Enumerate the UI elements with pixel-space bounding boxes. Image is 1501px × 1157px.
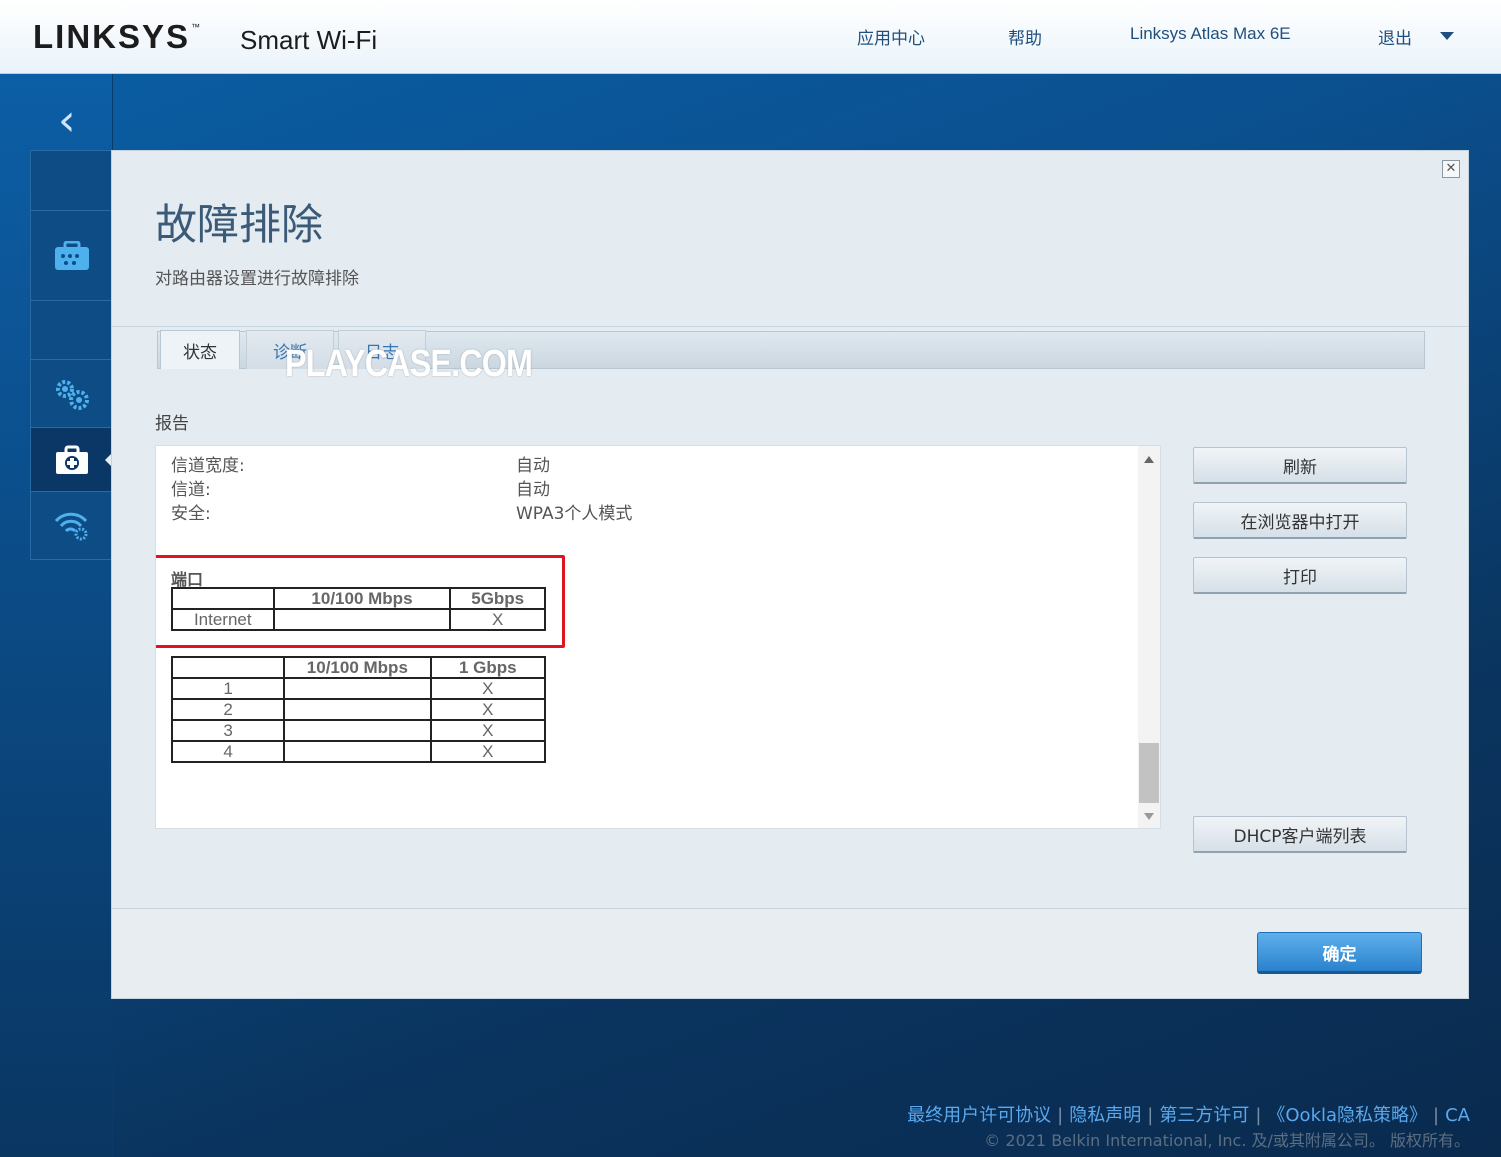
scroll-down-arrow-icon[interactable]	[1144, 813, 1154, 820]
tab-status[interactable]: 状态	[160, 330, 240, 369]
table-header-cell: 1 Gbps	[429, 656, 546, 679]
table-cell: X	[429, 677, 546, 700]
table-cell	[283, 677, 432, 700]
page-title: 故障排除	[155, 200, 324, 249]
separator: |	[1255, 1105, 1262, 1126]
device-case-icon	[55, 240, 89, 270]
side-item-troubleshooting[interactable]	[31, 428, 114, 492]
privacy-link[interactable]: 隐私声明	[1069, 1105, 1141, 1126]
table-row: Internet X	[171, 608, 546, 631]
nav-help[interactable]: 帮助	[1008, 24, 1042, 49]
nav-app-center[interactable]: 应用中心	[857, 24, 925, 49]
ok-button[interactable]: 确定	[1257, 932, 1422, 974]
medical-kit-icon	[56, 445, 88, 474]
report-key: 安全:	[171, 504, 211, 524]
watermark: PLAYCASE.COM	[285, 343, 533, 385]
troubleshooting-dialog: ✕ 故障排除 对路由器设置进行故障排除 状态 诊断 日志 PLAYCASE.CO…	[111, 150, 1469, 999]
divider	[112, 326, 1468, 327]
chevron-down-icon[interactable]	[1440, 32, 1454, 40]
copyright: © 2021 Belkin International, Inc. 及/或其附属…	[984, 1131, 1470, 1150]
wan-port-table: 10/100 Mbps 5Gbps Internet X	[171, 587, 546, 631]
print-button[interactable]: 打印	[1193, 557, 1407, 594]
report-value: 自动	[516, 456, 550, 476]
report-value: WPA3个人模式	[516, 504, 633, 524]
lan-port-table: 10/100 Mbps 1 Gbps 1 X 2 X 3 X 4 X	[170, 656, 546, 763]
ca-link[interactable]: CA	[1445, 1105, 1470, 1126]
refresh-button[interactable]: 刷新	[1193, 447, 1407, 484]
table-cell: 1	[170, 677, 286, 700]
eula-link[interactable]: 最终用户许可协议	[907, 1105, 1051, 1126]
table-cell: 2	[170, 698, 286, 721]
table-cell: X	[429, 698, 546, 721]
close-icon[interactable]: ✕	[1442, 160, 1460, 178]
dhcp-client-list-button[interactable]: DHCP客户端列表	[1193, 816, 1407, 853]
table-row: 2 X	[170, 698, 546, 721]
report-key: 信道宽度:	[171, 456, 245, 476]
side-item-settings[interactable]	[31, 360, 113, 428]
table-header-cell: 5Gbps	[449, 587, 546, 610]
footer-links: 最终用户许可协议 | 隐私声明 | 第三方许可 | 《Ookla隐私策略》 | CA	[907, 1101, 1470, 1127]
report-scrollbar[interactable]	[1138, 446, 1160, 828]
side-nav	[30, 150, 114, 560]
table-header-row: 10/100 Mbps 5Gbps	[171, 587, 546, 610]
table-header-cell: 10/100 Mbps	[283, 656, 432, 679]
third-party-link[interactable]: 第三方许可	[1159, 1105, 1249, 1126]
ookla-privacy-link[interactable]: 《Ookla隐私策略》	[1267, 1105, 1427, 1126]
report-value: 自动	[516, 480, 550, 500]
separator: |	[1433, 1105, 1440, 1126]
page-subtitle: 对路由器设置进行故障排除	[155, 269, 359, 289]
separator: |	[1147, 1105, 1154, 1126]
gears-icon	[56, 379, 89, 410]
report-key: 信道:	[171, 480, 211, 500]
table-cell: 4	[170, 740, 286, 763]
nav-router-name[interactable]: Linksys Atlas Max 6E	[1130, 24, 1291, 44]
table-cell: X	[429, 740, 546, 763]
report-label: 报告	[155, 414, 189, 434]
scroll-thumb[interactable]	[1139, 743, 1159, 803]
report-panel: 信道宽度: 自动 信道: 自动 安全: WPA3个人模式 端口 10/100 M…	[155, 445, 1161, 829]
table-cell	[283, 719, 432, 742]
table-header-cell	[170, 656, 286, 679]
table-header-cell	[171, 587, 275, 610]
table-cell: Internet	[171, 608, 275, 631]
open-in-browser-button[interactable]: 在浏览器中打开	[1193, 502, 1407, 539]
table-header-cell: 10/100 Mbps	[272, 587, 452, 610]
side-item-blank-2	[31, 301, 113, 360]
logo-subtitle: Smart Wi-Fi	[240, 25, 378, 55]
nav-logout[interactable]: 退出	[1378, 24, 1412, 49]
table-cell	[272, 608, 452, 631]
wifi-gear-icon	[54, 512, 88, 541]
top-header: LINKSYS™ Smart Wi-Fi 应用中心 帮助 Linksys Atl…	[0, 0, 1501, 74]
table-cell: 3	[170, 719, 286, 742]
table-cell: X	[429, 719, 546, 742]
linksys-logo: LINKSYS™	[33, 18, 203, 55]
back-chevron-icon[interactable]: ‹	[58, 95, 76, 146]
side-item-device-list[interactable]	[31, 211, 113, 301]
scroll-up-arrow-icon[interactable]	[1144, 456, 1154, 463]
table-row: 1 X	[170, 677, 546, 700]
table-header-row: 10/100 Mbps 1 Gbps	[170, 656, 546, 679]
side-item-wireless[interactable]	[31, 492, 113, 558]
side-item-blank	[31, 151, 113, 211]
table-row: 3 X	[170, 719, 546, 742]
separator: |	[1057, 1105, 1064, 1126]
table-cell: X	[449, 608, 546, 631]
table-row: 4 X	[170, 740, 546, 763]
table-cell	[283, 740, 432, 763]
table-cell	[283, 698, 432, 721]
